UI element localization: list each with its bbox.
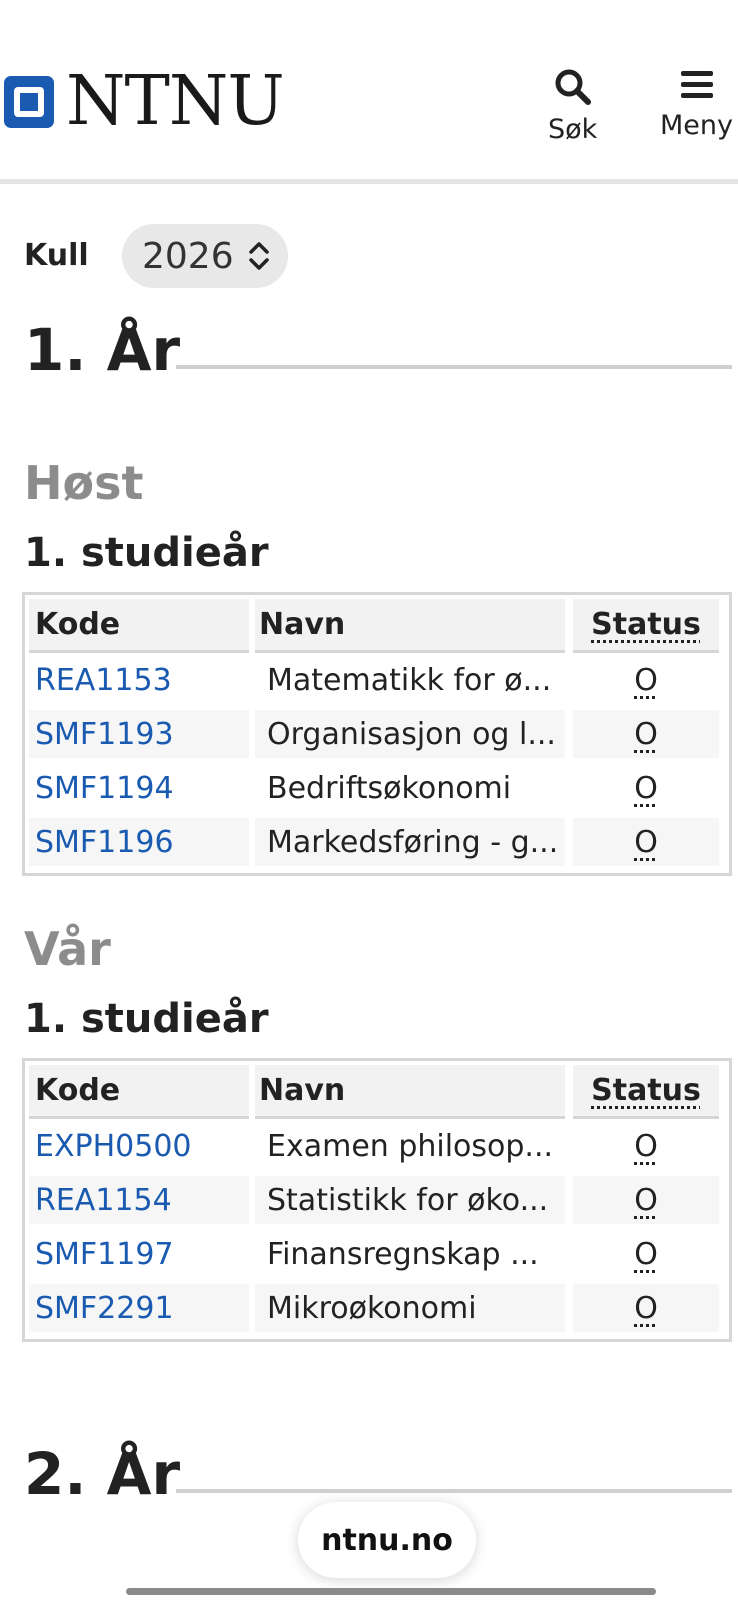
year-1-divider: [176, 365, 732, 369]
table-row: SMF1197 Finansregnskap ... O: [29, 1227, 725, 1281]
table-row: REA1153 Matematikk for ø... O: [29, 653, 725, 707]
table-row: REA1154 Statistikk for øko... O: [29, 1173, 725, 1227]
column-header-status[interactable]: Status: [573, 599, 719, 653]
hamburger-menu-icon: [680, 71, 713, 98]
table-row: SMF1193 Organisasjon og l... O: [29, 707, 725, 761]
home-indicator[interactable]: [126, 1588, 656, 1595]
course-table-var: Kode Navn Status EXPH0500 Examen philoso…: [22, 1058, 732, 1342]
course-name: Matematikk for ø...: [267, 662, 552, 698]
course-status[interactable]: O: [634, 771, 658, 806]
course-code-link[interactable]: SMF1196: [35, 825, 174, 860]
year-1-heading: 1. År: [24, 316, 180, 384]
status-header-text: Status: [591, 607, 701, 642]
table-row: SMF2291 Mikroøkonomi O: [29, 1281, 725, 1335]
menu-button[interactable]: Meny: [660, 68, 733, 141]
course-name: Organisasjon og l...: [255, 710, 565, 758]
logo-text: NTNU: [66, 62, 285, 141]
year-2-heading-text: 2. År: [24, 1440, 181, 1508]
table-header-row: Kode Navn Status: [29, 599, 725, 653]
course-status[interactable]: O: [634, 825, 658, 860]
table-row: SMF1196 Markedsføring - g... O: [29, 815, 725, 869]
column-header-name[interactable]: Navn: [255, 1065, 565, 1119]
selected-year: 2026: [142, 235, 234, 277]
course-code-link[interactable]: SMF1197: [35, 1237, 174, 1272]
course-name: Markedsføring - g...: [255, 818, 565, 866]
menu-label: Meny: [660, 110, 733, 141]
course-status[interactable]: O: [634, 1129, 658, 1164]
year-1-heading-text: 1. År: [24, 316, 181, 384]
course-code-link[interactable]: REA1154: [35, 1183, 172, 1218]
course-name: Mikroøkonomi: [255, 1284, 565, 1332]
browser-url-pill[interactable]: ntnu.no: [298, 1502, 476, 1578]
course-status[interactable]: O: [634, 663, 658, 698]
course-status[interactable]: O: [634, 717, 658, 752]
site-header: NTNU Søk Meny: [0, 0, 738, 184]
search-button[interactable]: Søk: [548, 68, 597, 145]
course-status[interactable]: O: [634, 1183, 658, 1218]
course-name: Examen philosop...: [267, 1128, 554, 1164]
course-name: Bedriftsøkonomi: [267, 770, 512, 806]
url-text: ntnu.no: [321, 1522, 453, 1558]
course-code-link[interactable]: SMF2291: [35, 1291, 174, 1326]
column-header-code[interactable]: Kode: [29, 1065, 249, 1119]
course-status[interactable]: O: [634, 1237, 658, 1272]
column-header-status[interactable]: Status: [573, 1065, 719, 1119]
course-name: Finansregnskap ...: [267, 1236, 539, 1272]
table-header-row: Kode Navn Status: [29, 1065, 725, 1119]
chevron-up-down-icon: [249, 242, 269, 270]
study-year-heading: 1. studieår: [24, 996, 269, 1042]
table-row: EXPH0500 Examen philosop... O: [29, 1119, 725, 1173]
page: NTNU Søk Meny Kull 2026 1. År Høst 1. st…: [0, 0, 738, 1600]
course-status[interactable]: O: [634, 1291, 658, 1326]
search-icon: [555, 69, 591, 105]
course-code-link[interactable]: REA1153: [35, 663, 172, 698]
season-var-heading: Vår: [24, 922, 111, 976]
course-code-link[interactable]: SMF1193: [35, 717, 174, 752]
season-host-heading: Høst: [24, 456, 144, 510]
year-2-divider: [176, 1489, 732, 1493]
course-code-link[interactable]: SMF1194: [35, 771, 174, 806]
study-year-heading: 1. studieår: [24, 530, 269, 576]
ntnu-logo-mark-icon: [4, 76, 54, 128]
status-header-text: Status: [591, 1073, 701, 1108]
year-2-heading: 2. År: [24, 1440, 180, 1508]
kull-label: Kull: [24, 238, 89, 273]
course-code-link[interactable]: EXPH0500: [35, 1129, 192, 1164]
course-name: Statistikk for øko...: [255, 1176, 565, 1224]
ntnu-logo[interactable]: NTNU: [4, 62, 285, 141]
course-table-host: Kode Navn Status REA1153 Matematikk for …: [22, 592, 732, 876]
search-label: Søk: [548, 114, 598, 145]
column-header-code[interactable]: Kode: [29, 599, 249, 653]
table-row: SMF1194 Bedriftsøkonomi O: [29, 761, 725, 815]
kull-year-select[interactable]: 2026: [122, 224, 288, 288]
column-header-name[interactable]: Navn: [255, 599, 565, 653]
